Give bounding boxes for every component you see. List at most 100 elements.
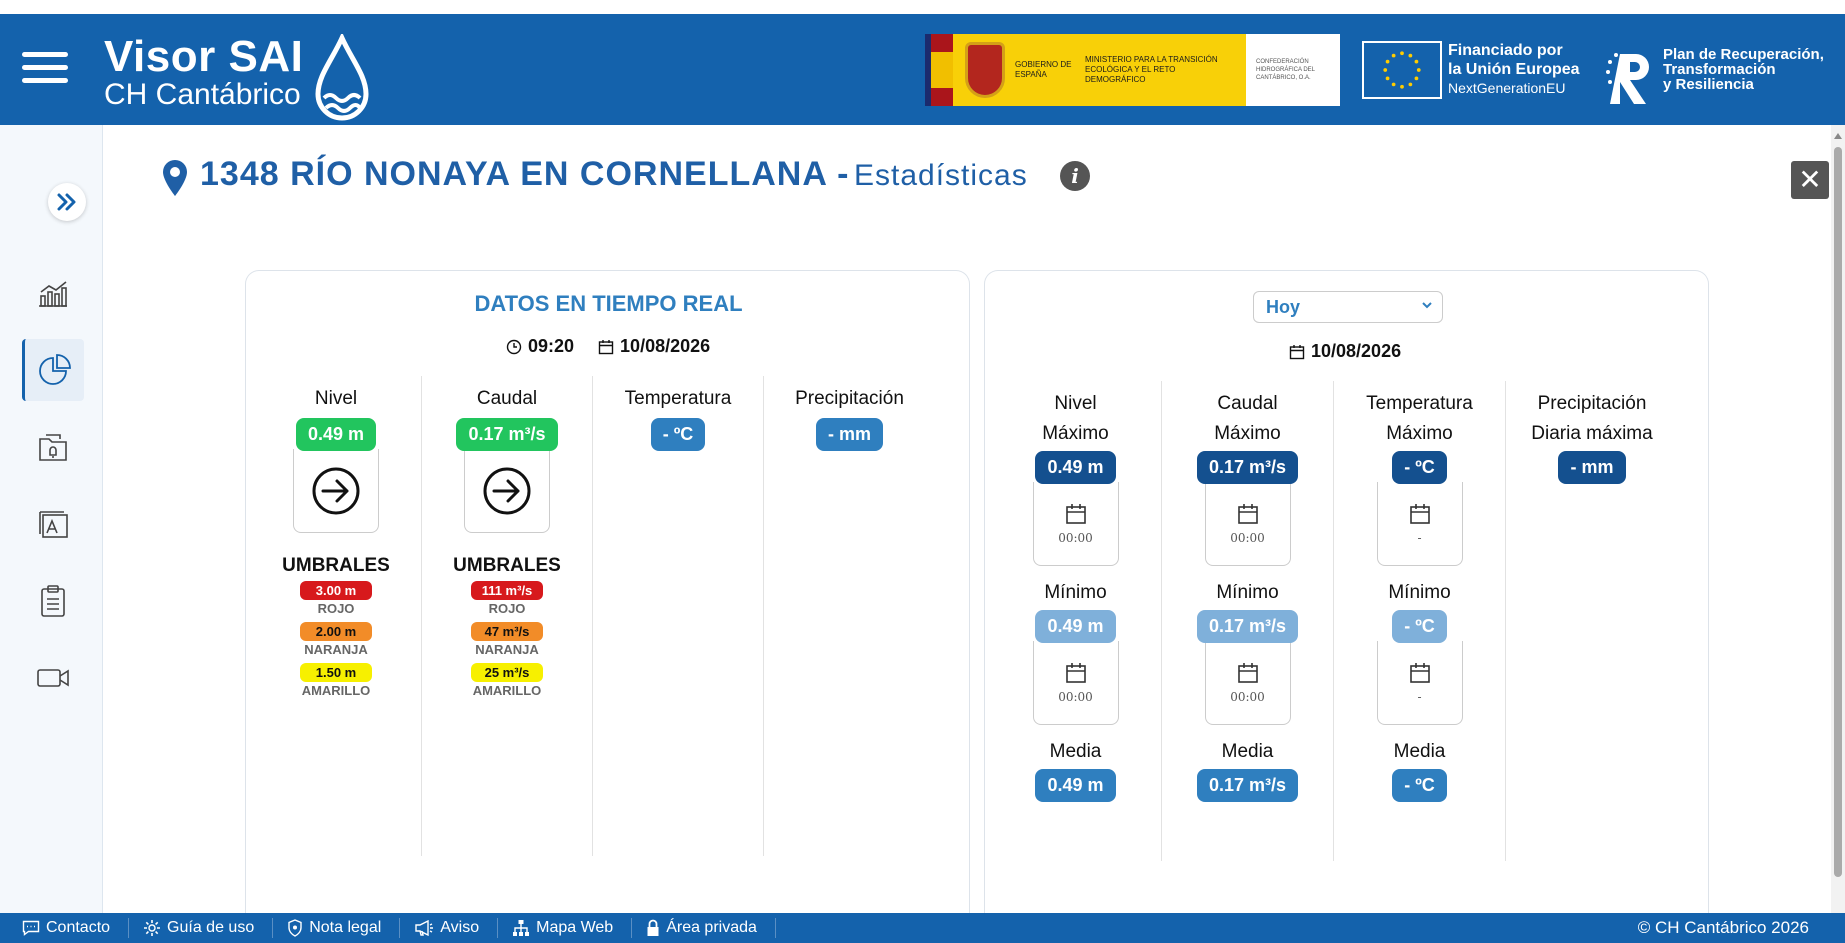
temperatura-min-label: Mínimo bbox=[1388, 582, 1451, 603]
caudal-threshold-orange-label: NARANJA bbox=[475, 642, 539, 657]
caudal-threshold-red-value: 111 m³/s bbox=[471, 581, 543, 600]
eu-line-2: la Unión Europea bbox=[1448, 61, 1580, 78]
eu-funding-text: Financiado por la Unión Europea NextGene… bbox=[1448, 41, 1580, 98]
footer-link-area-privada[interactable]: Área privada bbox=[632, 918, 776, 938]
temperatura-min-value: - ºC bbox=[1392, 610, 1447, 643]
realtime-title: DATOS EN TIEMPO REAL bbox=[474, 291, 743, 316]
nivel-min-value: 0.49 m bbox=[1035, 610, 1116, 643]
temperatura-header: Temperatura bbox=[624, 388, 732, 409]
caudal-thresholds-title: UMBRALES bbox=[453, 555, 561, 576]
stats-temperatura-header: Temperatura bbox=[1366, 393, 1473, 414]
footer-link-contacto[interactable]: Contacto bbox=[0, 918, 130, 938]
caudal-max-date: 00:00 bbox=[1204, 482, 1291, 566]
caudal-threshold-yellow-label: AMARILLO bbox=[472, 683, 542, 698]
realtime-timestamp: 09:20 10/08/2026 bbox=[506, 336, 710, 357]
footer-link-guia[interactable]: Guía de uso bbox=[129, 918, 274, 938]
prtr-text: Plan de Recuperación, Transformación y R… bbox=[1663, 47, 1824, 92]
scroll-up-icon[interactable] bbox=[1834, 133, 1842, 139]
prtr-line-3: y Resiliencia bbox=[1663, 76, 1754, 93]
sidebar-item-clipboard[interactable] bbox=[22, 570, 84, 632]
caudal-header: Caudal bbox=[476, 388, 538, 409]
scroll-thumb[interactable] bbox=[1834, 147, 1842, 877]
close-button[interactable]: ✕ bbox=[1791, 161, 1829, 199]
sidebar-item-alerts[interactable] bbox=[22, 416, 84, 478]
chat-icon bbox=[22, 920, 40, 936]
menu-icon[interactable] bbox=[22, 52, 68, 92]
temperatura-min-date: - bbox=[1376, 641, 1463, 725]
temperatura-min-time: - bbox=[1417, 689, 1422, 704]
realtime-precipitacion-column: Precipitación - mm bbox=[764, 376, 935, 856]
brand-subtitle: CH Cantábrico bbox=[104, 78, 301, 111]
nivel-header: Nivel bbox=[314, 388, 358, 409]
stats-date: 10/08/2026 bbox=[1289, 341, 1401, 362]
nivel-threshold-red-value: 3.00 m bbox=[300, 581, 372, 600]
calendar-icon bbox=[1065, 503, 1086, 524]
prtr-logo-icon bbox=[1606, 53, 1649, 104]
chart-document-icon bbox=[39, 511, 68, 538]
precipitacion-value: - mm bbox=[815, 418, 883, 451]
caudal-value: 0.17 m³/s bbox=[456, 418, 558, 451]
nivel-avg-label: Media bbox=[1049, 741, 1102, 762]
nivel-max-label: Máximo bbox=[1042, 423, 1109, 444]
prtr-line-2: Transformación bbox=[1663, 61, 1776, 78]
nivel-min-date: 00:00 bbox=[1032, 641, 1119, 725]
clipboard-icon bbox=[41, 585, 65, 617]
shield-icon bbox=[288, 919, 302, 937]
gov-label: GOBIERNO DE ESPAÑA bbox=[1015, 60, 1072, 79]
sidebar-item-cameras[interactable] bbox=[22, 647, 84, 709]
nivel-threshold-yellow-value: 1.50 m bbox=[300, 663, 372, 682]
period-select[interactable]: Hoy bbox=[1253, 291, 1443, 323]
nivel-min-label: Mínimo bbox=[1044, 582, 1107, 603]
calendar-icon bbox=[1289, 344, 1305, 359]
eu-flag-icon bbox=[1362, 41, 1442, 99]
nivel-max-time: 00:00 bbox=[1058, 530, 1093, 545]
sidebar-item-charts[interactable] bbox=[22, 263, 84, 325]
footer-link-aviso[interactable]: Aviso bbox=[400, 918, 499, 938]
nivel-thresholds-title: UMBRALES bbox=[282, 555, 390, 576]
calendar-icon bbox=[598, 339, 614, 354]
caudal-min-date: 00:00 bbox=[1204, 641, 1291, 725]
caudal-threshold-yellow-value: 25 m³/s bbox=[471, 663, 543, 682]
stats-nivel-column: Nivel Máximo 0.49 m 00:00 Mínimo 0.49 m … bbox=[990, 381, 1162, 861]
precipitacion-daily-max-value: - mm bbox=[1558, 451, 1626, 484]
sitemap-icon bbox=[513, 920, 530, 936]
lock-icon bbox=[647, 919, 659, 936]
caudal-avg-label: Media bbox=[1221, 741, 1274, 762]
caudal-min-time: 00:00 bbox=[1230, 689, 1265, 704]
calendar-icon bbox=[1237, 503, 1258, 524]
app-header: Visor SAI CH Cantábrico GOBIERNO DE ESPA… bbox=[0, 14, 1845, 125]
footer-link-nota-legal[interactable]: Nota legal bbox=[273, 918, 401, 938]
location-pin-icon bbox=[163, 160, 187, 196]
footer-link-label: Aviso bbox=[440, 919, 480, 936]
gear-icon bbox=[144, 920, 161, 936]
arrow-right-icon bbox=[312, 467, 360, 514]
ministry-label: MINISTERIO PARA LA TRANSICIÓN ECOLÓGICA … bbox=[1085, 55, 1218, 84]
sidebar bbox=[0, 125, 103, 913]
caudal-trend bbox=[464, 449, 550, 533]
info-icon[interactable]: i bbox=[1060, 161, 1090, 191]
period-value: Hoy bbox=[1266, 297, 1301, 317]
scrollbar[interactable] bbox=[1831, 125, 1845, 913]
statistics-panel: Hoy 10/08/2026 Nivel Máximo 0.49 m 00:00… bbox=[984, 270, 1709, 913]
stats-precipitacion-column: Precipitación Diaria máxima - mm bbox=[1506, 381, 1678, 861]
nivel-max-date: 00:00 bbox=[1032, 482, 1119, 566]
pie-chart-icon bbox=[38, 354, 71, 385]
chart-icon bbox=[39, 281, 67, 307]
brand-title: Visor SAI bbox=[104, 32, 304, 81]
precipitacion-daily-max-label: Diaria máxima bbox=[1531, 423, 1653, 444]
nivel-threshold-orange-label: NARANJA bbox=[304, 642, 368, 657]
sidebar-item-statistics[interactable] bbox=[22, 339, 84, 401]
chevron-down-icon bbox=[1422, 302, 1432, 309]
nivel-min-time: 00:00 bbox=[1058, 689, 1093, 704]
expand-sidebar-button[interactable] bbox=[48, 183, 86, 221]
eu-line-1: Financiado por bbox=[1448, 42, 1563, 59]
footer-link-label: Contacto bbox=[46, 919, 111, 936]
footer-link-label: Mapa Web bbox=[536, 919, 614, 936]
footer-link-mapa-web[interactable]: Mapa Web bbox=[498, 918, 633, 938]
sidebar-item-reports[interactable] bbox=[22, 493, 84, 555]
nivel-max-value: 0.49 m bbox=[1035, 451, 1116, 484]
stats-precipitacion-header: Precipitación bbox=[1537, 393, 1647, 414]
copyright: © CH Cantábrico 2026 bbox=[1637, 918, 1809, 937]
footer-link-label: Nota legal bbox=[309, 919, 382, 936]
stats-temperatura-column: Temperatura Máximo - ºC - Mínimo - ºC - … bbox=[1334, 381, 1506, 861]
